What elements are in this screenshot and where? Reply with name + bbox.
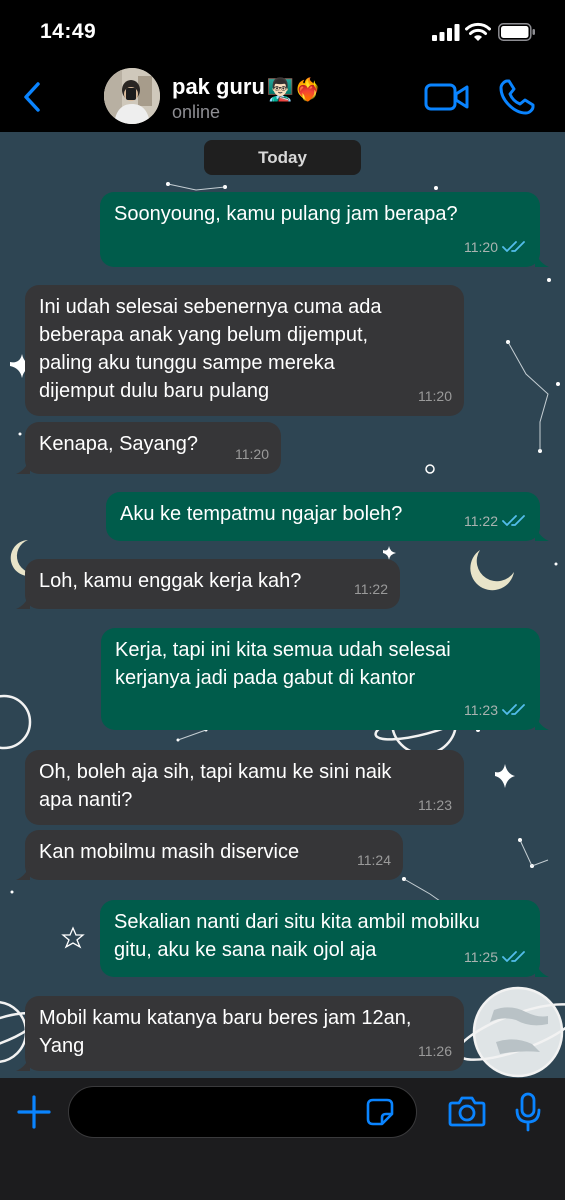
message-time: 11:22 [464,513,498,529]
message-time: 11:22 [354,581,388,597]
double-check-icon [502,704,525,715]
message-meta: 11:23 [464,696,528,724]
double-check-icon [502,515,525,526]
bubble-tail [16,593,30,609]
message-bubble-outgoing[interactable]: Soonyoung, kamu pulang jam berapa? 11:20 [100,192,549,267]
bubble-tail [16,1055,30,1071]
bubble-tail [535,714,549,730]
message-text: Mobil kamu katanya baru beres jam 12an, … [39,1007,412,1057]
video-call-icon[interactable] [424,82,470,112]
message-time: 11:24 [357,852,391,868]
microphone-icon[interactable] [514,1092,542,1132]
bubble-tail [535,525,549,541]
message-bubble-incoming[interactable]: Mobil kamu katanya baru beres jam 12an, … [16,996,464,1071]
message-meta: 11:22 [464,507,528,535]
message-bubble-outgoing[interactable]: Kerja, tapi ini kita semua udah selesai … [101,628,549,730]
camera-icon[interactable] [448,1094,486,1128]
chat-header: pak guru👨🏻‍🏫❤️‍🔥 online [0,62,565,132]
message-text: Kerja, tapi ini kita semua udah selesai … [115,639,451,689]
contact-name-text: pak guru [172,74,265,99]
avatar-photo [104,68,160,124]
message-bubble-incoming[interactable]: Ini udah selesai sebenernya cuma ada beb… [25,285,464,416]
double-check-icon [502,241,525,252]
message-bubble-outgoing[interactable]: Aku ke tempatmu ngajar boleh? 11:22 [106,492,549,541]
status-time: 14:49 [40,20,97,43]
message-meta: 11:25 [464,943,528,971]
message-bubble-incoming[interactable]: Kan mobilmu masih diservice 11:24 [16,830,403,880]
message-text: Soonyoung, kamu pulang jam berapa? [114,203,458,225]
cellular-signal-icon [432,24,460,41]
message-time: 11:20 [418,388,452,404]
bubble-tail [535,961,549,977]
message-text: Ini udah selesai sebenernya cuma ada beb… [39,296,382,402]
wifi-icon [465,22,491,41]
bubble-tail [16,864,30,880]
message-time: 11:26 [418,1043,452,1059]
bubble-tail [16,458,30,474]
phone-icon[interactable] [498,78,536,116]
status-bar: 14:49 [0,0,565,62]
message-time: 11:23 [418,797,452,813]
message-time: 11:23 [464,702,498,718]
plus-icon[interactable] [16,1094,52,1130]
message-bubble-incoming[interactable]: Oh, boleh aja sih, tapi kamu ke sini nai… [25,750,464,825]
composer-bar [0,1078,565,1200]
message-meta: 11:20 [464,233,528,261]
contact-avatar[interactable] [104,68,160,124]
message-time: 11:25 [464,949,498,965]
sticker-icon[interactable] [366,1098,394,1126]
message-bubble-outgoing[interactable]: Sekalian nanti dari situ kita ambil mobi… [100,900,549,977]
contact-online-status: online [172,102,221,122]
message-bubble-incoming[interactable]: Loh, kamu enggak kerja kah? 11:22 [16,559,400,609]
message-time: 11:20 [235,446,269,462]
message-text: Kan mobilmu masih diservice [39,841,300,863]
date-separator: Today [204,140,361,175]
back-chevron-icon[interactable] [18,78,48,116]
message-text: Oh, boleh aja sih, tapi kamu ke sini nai… [39,761,392,811]
chat-area[interactable]: Today Soonyoung, kamu pulang jam berapa?… [0,132,565,1078]
message-input[interactable] [68,1086,417,1138]
battery-icon [498,23,535,41]
message-time: 11:20 [464,239,498,255]
bubble-tail [535,251,549,267]
message-text: Loh, kamu enggak kerja kah? [39,570,302,592]
message-text: Kenapa, Sayang? [39,433,199,455]
contact-name[interactable]: pak guru👨🏻‍🏫❤️‍🔥 [172,74,322,103]
message-bubble-incoming[interactable]: Kenapa, Sayang? 11:20 [16,422,281,474]
contact-name-emoji: 👨🏻‍🏫❤️‍🔥 [266,77,322,102]
double-check-icon [502,951,525,962]
